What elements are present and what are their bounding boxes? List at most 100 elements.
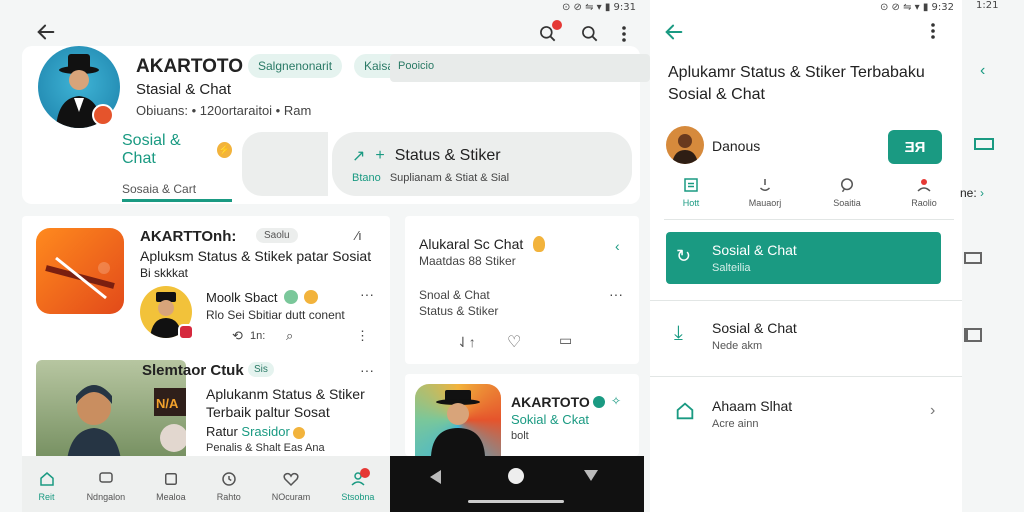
square-icon — [164, 473, 177, 485]
feed-item-chip[interactable]: Saolu — [256, 228, 298, 243]
tab-sosial-chat[interactable]: Sosial & Chat ⚡ Sosaia & Cart — [122, 132, 232, 202]
instagram-icon — [178, 324, 194, 340]
tab-label: Status & Stiker — [394, 147, 501, 164]
reply-count: 1n: — [250, 330, 266, 342]
page-title: Aplukamr Status & Stiker Terbabaku Sosia… — [668, 64, 925, 103]
right-panel: ⊙ ⊘ ⇋ ▾ ▮ 9:32 Aplukamr Status & Stiker … — [650, 0, 962, 512]
chevron-left-icon[interactable]: ‹ — [980, 62, 985, 80]
nav-label: Ndngalon — [86, 492, 126, 502]
recents-triangle-icon[interactable] — [584, 470, 598, 481]
row-title: Ahaam Slhat — [712, 398, 793, 414]
tab-label: Soaitia — [833, 198, 861, 208]
gesture-handle[interactable] — [468, 500, 564, 503]
feed-item-chip[interactable]: Sis — [248, 362, 274, 377]
divider — [650, 300, 962, 301]
avatar-badge — [92, 104, 114, 126]
feed-item-desc: Aplukanm Status & Stiker — [206, 386, 365, 402]
status-bar: 1:21 — [976, 0, 999, 11]
more-horiz-icon[interactable]: ··· — [360, 362, 374, 378]
refresh-icon: ↻ — [676, 246, 692, 266]
tab-raolio[interactable]: Raolio — [894, 176, 954, 219]
back-triangle-icon[interactable] — [430, 470, 441, 484]
nav-label: Stsobna — [341, 492, 375, 502]
mid-card-avatar[interactable] — [415, 384, 501, 456]
chevron-right-icon[interactable]: › — [977, 186, 984, 200]
home-circle-icon[interactable] — [508, 468, 524, 484]
back-arrow-icon[interactable] — [34, 20, 58, 44]
action-button[interactable]: ƎЯ — [888, 130, 942, 164]
nav-label: Reit — [38, 492, 55, 502]
list-row[interactable]: ⤓ Sosial & Chat Nede akm — [666, 310, 941, 370]
profile-category: Stasial & Chat — [136, 81, 232, 98]
nav-item-2[interactable]: Mealoa — [156, 470, 186, 502]
tab-label: Mauaorj — [748, 198, 782, 208]
tab-mauaorj[interactable]: Mauaorj — [730, 176, 800, 219]
system-nav-bar — [390, 456, 644, 512]
back-arrow-icon[interactable] — [662, 20, 686, 44]
chip-primary[interactable]: Salgnenonarit — [248, 54, 343, 78]
lightning-badge-icon: ⚡ — [217, 142, 232, 158]
more-vert-icon[interactable] — [616, 22, 632, 46]
row-title: Sosial & Chat — [712, 242, 797, 258]
author-name: Moolk Sbact — [206, 290, 278, 305]
search-icon[interactable] — [578, 22, 602, 46]
menu-dots-icon[interactable]: ⋮ — [356, 328, 369, 344]
card-icon[interactable] — [974, 138, 994, 150]
status-bar: ⊙ ⊘ ⇋ ▾ ▮ 9:31 — [561, 2, 636, 13]
verified-icon — [284, 290, 298, 304]
status-bar: ⊙ ⊘ ⇋ ▾ ▮ 9:32 — [879, 2, 954, 13]
nav-item-1[interactable]: Ndngalon — [86, 470, 126, 502]
more-horiz-icon[interactable]: ··· — [360, 286, 374, 302]
heart-icon — [283, 472, 299, 487]
heart-icon[interactable]: ♡ — [507, 332, 521, 352]
tab-indicator — [122, 199, 232, 202]
row-sub: Acre ainn — [712, 418, 759, 430]
profile-meta: Obiuans: • 120ortaraitoi • Ram — [136, 103, 312, 118]
nav-item-0[interactable]: Reit — [38, 470, 56, 502]
nav-item-4[interactable]: NOcuram — [271, 470, 311, 502]
tab-soaitia[interactable]: Soaitia — [812, 176, 882, 219]
download-icon: ⤓ — [674, 322, 683, 344]
tab-label: Sosial & Chat — [122, 132, 181, 167]
chevron-left-icon[interactable]: ‹ — [615, 238, 620, 254]
tab-sublabel: Sosaia & Cart — [122, 182, 197, 196]
notification-badge — [552, 20, 562, 30]
chip-tertiary[interactable]: Pooicio — [390, 54, 650, 82]
person-icon — [917, 179, 931, 192]
nav-label: Rahto — [216, 492, 241, 502]
more-horiz-icon[interactable]: ··· — [609, 286, 623, 302]
more-vert-icon[interactable] — [930, 22, 936, 45]
tab-status-stiker[interactable]: ↗ + Status & Stiker Btano Suplianam & St… — [332, 132, 632, 196]
chevron-right-icon[interactable]: › — [930, 402, 935, 420]
sparkle-icon: ✧ — [611, 394, 622, 408]
chat-icon — [99, 472, 113, 483]
list-row-active[interactable]: ↻ Sosial & Chat Salteilia — [666, 232, 941, 284]
edit-icon[interactable]: ⁄ı — [356, 228, 362, 243]
nav-item-3[interactable]: Rahto — [217, 470, 241, 502]
reply-icon[interactable]: ⟲ — [232, 328, 243, 344]
tab-hott[interactable]: Hott — [664, 176, 718, 219]
list-row[interactable]: Ahaam Slhat Acre ainn › — [666, 388, 946, 448]
author-sub: Rlo Sei Sbitiar dutt conent — [206, 308, 345, 322]
mid-card-2[interactable]: AKARTOTO ✧ Sokial & Ckat bolt — [405, 374, 639, 456]
mid-card[interactable]: Alukaral Sc Chat ‹ Maatdas 88 Stiker Sno… — [405, 216, 639, 364]
feed-item-title: AKARTTOnh: — [140, 228, 237, 245]
mid-card2-note: bolt — [511, 430, 529, 442]
left-panel: ⊙ ⊘ ⇋ ▾ ▮ 9:31 AKARTOTO Stasial & Chat O… — [0, 0, 650, 512]
comment-icon[interactable]: ⌕ — [286, 328, 293, 344]
bell-icon — [759, 179, 771, 191]
tab-placeholder[interactable] — [242, 132, 328, 196]
feed-card: AKARTTOnh: Saolu ⁄ı Apluksm Status & Sti… — [22, 216, 390, 512]
user-avatar[interactable] — [666, 126, 704, 164]
window-icon[interactable] — [964, 252, 982, 264]
notifications-icon[interactable] — [536, 20, 562, 46]
mid-card2-title: AKARTOTO — [511, 394, 590, 410]
nav-label: NOcuram — [271, 492, 311, 502]
window-stack-icon[interactable] — [964, 328, 982, 342]
share-icon[interactable]: ⇃↑ — [457, 334, 476, 351]
icon-tabs: Hott Mauaorj Soaitia Raolio — [664, 176, 954, 220]
clock-icon — [221, 472, 236, 486]
nav-item-5[interactable]: Stsobna — [341, 468, 375, 502]
bookmark-icon[interactable]: ▭ — [559, 332, 572, 349]
app-thumbnail[interactable] — [36, 228, 124, 314]
